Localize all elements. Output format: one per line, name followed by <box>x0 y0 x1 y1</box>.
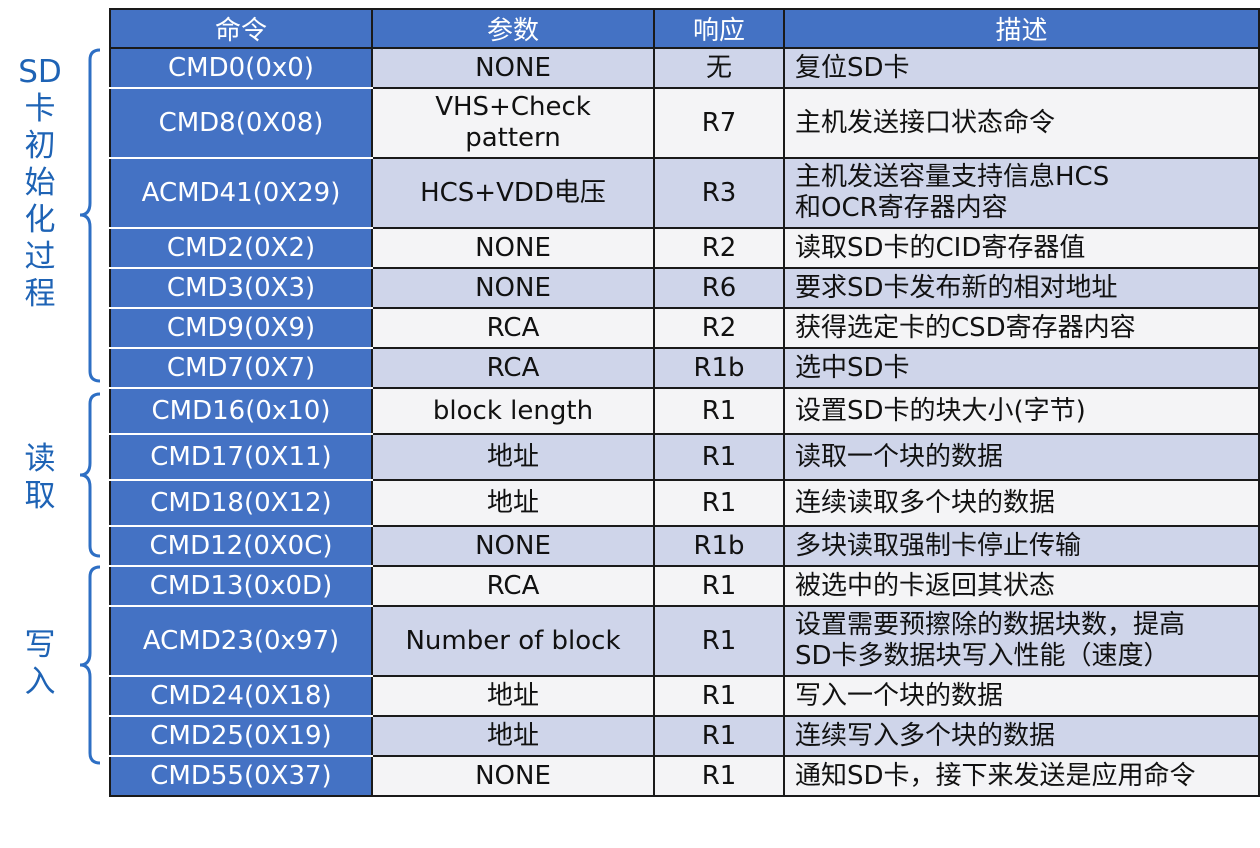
cell-description: 设置需要预擦除的数据块数，提高 SD卡多数据块写入性能（速度） <box>783 605 1260 677</box>
table-row: CMD18(0X12) 地址 R1 连续读取多个块的数据 <box>109 479 1260 527</box>
cell-description: 连续读取多个块的数据 <box>783 479 1260 527</box>
cell-description: 设置SD卡的块大小(字节) <box>783 387 1260 435</box>
cell-argument: Number of block <box>371 605 655 677</box>
group-label-write: 写 入 <box>24 627 56 700</box>
cell-argument: NONE <box>371 47 655 89</box>
cell-response: R1 <box>653 433 785 481</box>
cell-description: 获得选定卡的CSD寄存器内容 <box>783 307 1260 349</box>
cell-command: ACMD41(0X29) <box>109 157 373 229</box>
table-row: CMD55(0X37) NONE R1 通知SD卡，接下来发送是应用命令 <box>109 755 1260 797</box>
cell-command: CMD18(0X12) <box>109 479 373 527</box>
table-row: CMD7(0X7) RCA R1b 选中SD卡 <box>109 347 1260 389</box>
cell-argument: 地址 <box>371 715 655 757</box>
cell-response: R7 <box>653 87 785 159</box>
group-label-read: 读 取 <box>24 441 56 514</box>
cell-argument: RCA <box>371 307 655 349</box>
group-label-init: SD 卡 初 始 化 过 程 <box>18 54 62 312</box>
table-row: CMD2(0X2) NONE R2 读取SD卡的CID寄存器值 <box>109 227 1260 269</box>
cell-description: 要求SD卡发布新的相对地址 <box>783 267 1260 309</box>
cell-command: CMD12(0X0C) <box>109 525 373 567</box>
bracket-read <box>79 392 101 558</box>
cell-response: R1 <box>653 479 785 527</box>
cell-response: R3 <box>653 157 785 229</box>
cell-argument: 地址 <box>371 675 655 717</box>
cell-response: R2 <box>653 227 785 269</box>
cell-command: CMD0(0x0) <box>109 47 373 89</box>
cell-argument: VHS+Check pattern <box>371 87 655 159</box>
cell-response: R1b <box>653 525 785 567</box>
cell-command: CMD17(0X11) <box>109 433 373 481</box>
table-row: CMD3(0X3) NONE R6 要求SD卡发布新的相对地址 <box>109 267 1260 309</box>
cell-description: 主机发送接口状态命令 <box>783 87 1260 159</box>
cell-response: R1 <box>653 565 785 607</box>
cell-command: CMD25(0X19) <box>109 715 373 757</box>
cell-argument: NONE <box>371 227 655 269</box>
cell-argument: NONE <box>371 525 655 567</box>
table-row: CMD25(0X19) 地址 R1 连续写入多个块的数据 <box>109 715 1260 757</box>
header-response: 响应 <box>653 8 785 49</box>
cell-command: CMD55(0X37) <box>109 755 373 797</box>
header-description: 描述 <box>783 8 1260 49</box>
cell-argument: 地址 <box>371 479 655 527</box>
cell-argument: RCA <box>371 347 655 389</box>
cell-description: 连续写入多个块的数据 <box>783 715 1260 757</box>
table-row: CMD16(0x10) block length R1 设置SD卡的块大小(字节) <box>109 387 1260 435</box>
cell-response: R6 <box>653 267 785 309</box>
cell-description: 通知SD卡，接下来发送是应用命令 <box>783 755 1260 797</box>
table-row: CMD8(0X08) VHS+Check pattern R7 主机发送接口状态命令 <box>109 87 1260 159</box>
cell-description: 选中SD卡 <box>783 347 1260 389</box>
cell-description: 多块读取强制卡停止传输 <box>783 525 1260 567</box>
group-labels: SD 卡 初 始 化 过 程 读 取 写 入 <box>0 0 110 848</box>
bracket-write <box>79 565 101 765</box>
cell-command: CMD8(0X08) <box>109 87 373 159</box>
table-row: CMD17(0X11) 地址 R1 读取一个块的数据 <box>109 433 1260 481</box>
cell-command: CMD2(0X2) <box>109 227 373 269</box>
table-row: ACMD41(0X29) HCS+VDD电压 R3 主机发送容量支持信息HCS 和OC… <box>109 157 1260 229</box>
cell-argument: NONE <box>371 755 655 797</box>
table-row: ACMD23(0x97) Number of block R1 设置需要预擦除的数据块… <box>109 605 1260 677</box>
header-row: 命令 参数 响应 描述 <box>109 8 1260 49</box>
cell-command: ACMD23(0x97) <box>109 605 373 677</box>
header-argument: 参数 <box>371 8 655 49</box>
cell-description: 读取一个块的数据 <box>783 433 1260 481</box>
table-row: CMD13(0x0D) RCA R1 被选中的卡返回其状态 <box>109 565 1260 607</box>
cell-argument: block length <box>371 387 655 435</box>
cell-argument: 地址 <box>371 433 655 481</box>
cell-description: 被选中的卡返回其状态 <box>783 565 1260 607</box>
cell-command: CMD7(0X7) <box>109 347 373 389</box>
table-row: CMD24(0X18) 地址 R1 写入一个块的数据 <box>109 675 1260 717</box>
cell-response: R1 <box>653 605 785 677</box>
header-command: 命令 <box>109 8 373 49</box>
cell-argument: HCS+VDD电压 <box>371 157 655 229</box>
cell-response: R1 <box>653 387 785 435</box>
cell-command: CMD3(0X3) <box>109 267 373 309</box>
cell-description: 主机发送容量支持信息HCS 和OCR寄存器内容 <box>783 157 1260 229</box>
cell-response: R2 <box>653 307 785 349</box>
cell-description: 复位SD卡 <box>783 47 1260 89</box>
table-row: CMD12(0X0C) NONE R1b 多块读取强制卡停止传输 <box>109 525 1260 567</box>
cell-argument: RCA <box>371 565 655 607</box>
cell-command: CMD16(0x10) <box>109 387 373 435</box>
cell-response: R1 <box>653 715 785 757</box>
bracket-init <box>79 48 101 383</box>
table-row: CMD9(0X9) RCA R2 获得选定卡的CSD寄存器内容 <box>109 307 1260 349</box>
cell-description: 写入一个块的数据 <box>783 675 1260 717</box>
cell-response: R1b <box>653 347 785 389</box>
cell-description: 读取SD卡的CID寄存器值 <box>783 227 1260 269</box>
sd-command-table: 命令 参数 响应 描述 CMD0(0x0) NONE 无复位SD卡 CMD8(0X08… <box>109 8 1260 797</box>
cell-command: CMD9(0X9) <box>109 307 373 349</box>
cell-response: 无 <box>653 47 785 89</box>
cell-command: CMD24(0X18) <box>109 675 373 717</box>
cell-argument: NONE <box>371 267 655 309</box>
cell-response: R1 <box>653 675 785 717</box>
table-row: CMD0(0x0) NONE 无复位SD卡 <box>109 47 1260 89</box>
cell-response: R1 <box>653 755 785 797</box>
cell-command: CMD13(0x0D) <box>109 565 373 607</box>
